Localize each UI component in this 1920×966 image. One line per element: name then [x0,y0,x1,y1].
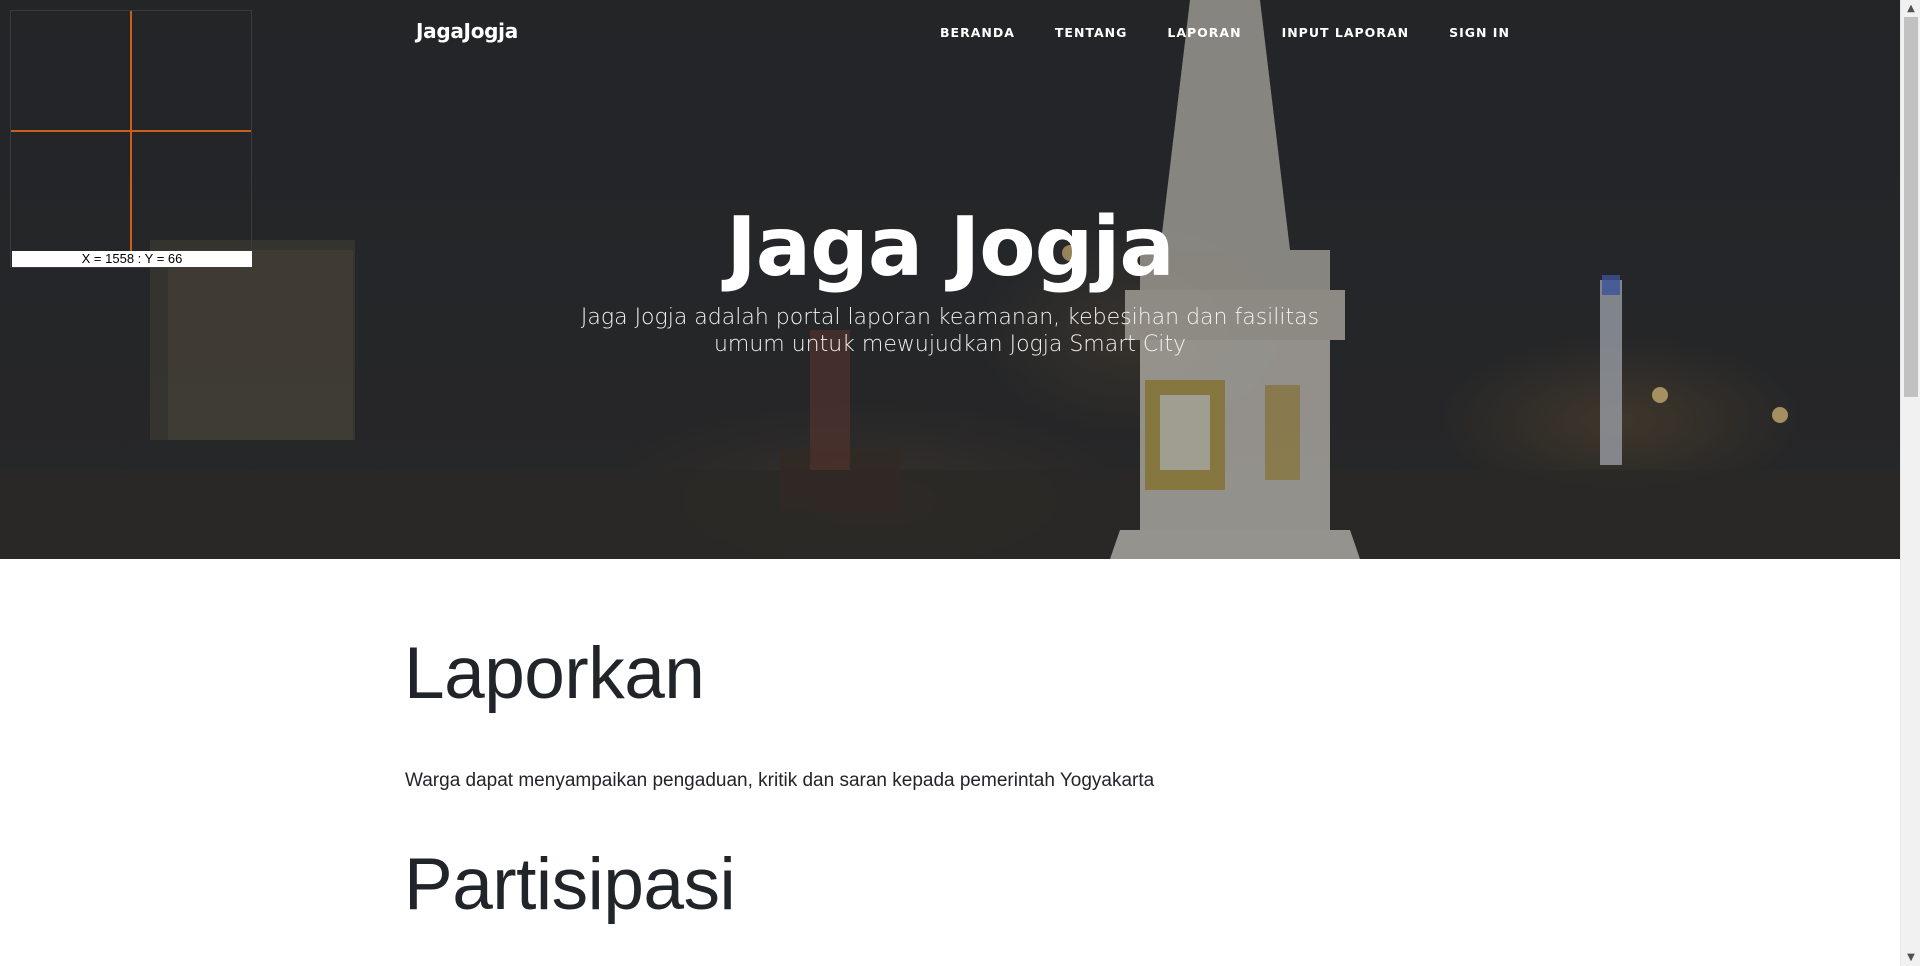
nav-item-input-laporan[interactable]: INPUT LAPORAN [1282,25,1410,40]
section-text-laporkan: Warga dapat menyampaikan pengaduan, krit… [405,770,1155,791]
coordinate-readout: X = 1558 : Y = 66 [12,251,252,267]
hero-subtitle: Jaga Jogja adalah portal laporan keamana… [580,305,1320,357]
nav-item-tentang[interactable]: TENTANG [1055,25,1127,40]
crosshair-vertical-line [130,11,132,251]
nav-item-beranda[interactable]: BERANDA [940,25,1015,40]
scroll-down-arrow-icon[interactable]: ▼ [1901,949,1920,966]
scroll-up-arrow-icon[interactable]: ▲ [1901,0,1920,17]
brand-logo[interactable]: JagaJogja [416,19,518,43]
vertical-scrollbar[interactable]: ▲ ▼ [1900,0,1920,966]
scrollbar-thumb[interactable] [1904,17,1918,397]
navbar: JagaJogja BERANDA TENTANG LAPORAN INPUT … [0,0,1900,68]
nav-item-sign-in[interactable]: SIGN IN [1449,25,1510,40]
page: JagaJogja BERANDA TENTANG LAPORAN INPUT … [0,0,1900,966]
section-title-laporkan: Laporkan [404,633,705,714]
nav-links: BERANDA TENTANG LAPORAN INPUT LAPORAN SI… [940,25,1550,40]
section-title-partisipasi: Partisipasi [404,844,736,925]
nav-item-laporan[interactable]: LAPORAN [1167,25,1241,40]
hero-title: Jaga Jogja [726,200,1174,295]
hero-section: JagaJogja BERANDA TENTANG LAPORAN INPUT … [0,0,1900,559]
coordinate-crosshair-widget: X = 1558 : Y = 66 [10,10,252,268]
